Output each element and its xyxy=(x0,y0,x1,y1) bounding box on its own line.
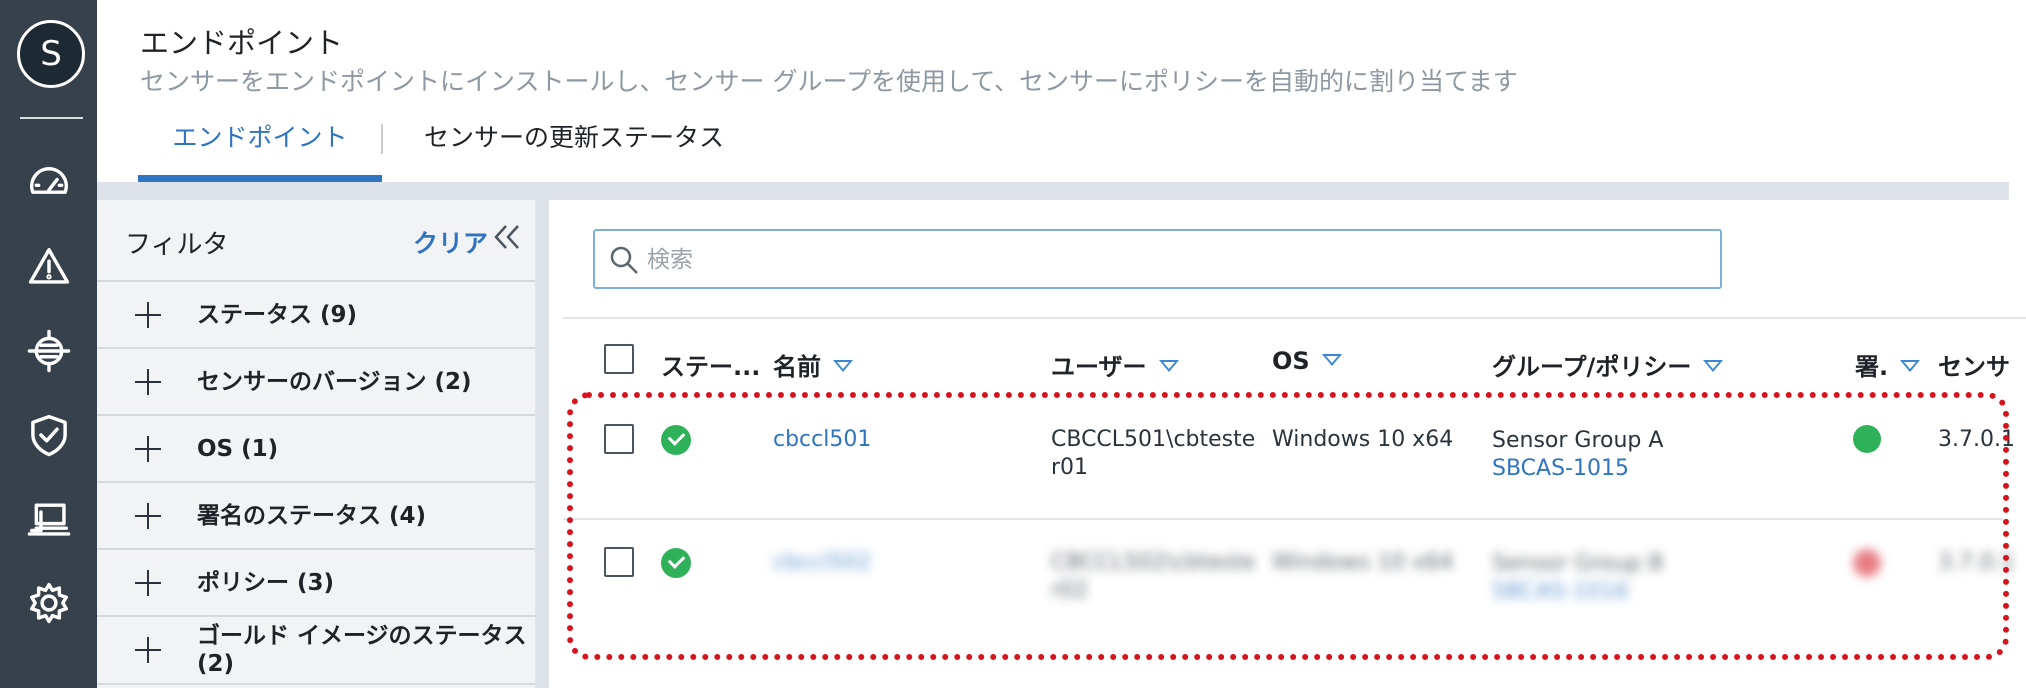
row-checkbox[interactable] xyxy=(604,547,634,577)
user-avatar[interactable]: S xyxy=(17,20,85,88)
filter-facet-policy[interactable]: ポリシー (3) xyxy=(97,550,535,617)
os-cell: Windows 10 x64 xyxy=(1272,427,1454,452)
clear-filters-button[interactable]: クリア xyxy=(413,224,488,260)
column-header-label: 名前 xyxy=(773,353,821,381)
endpoints-icon[interactable] xyxy=(24,494,74,544)
expand-plus-icon xyxy=(133,501,163,531)
user-cell-line2: r01 xyxy=(1051,455,1089,480)
page-title: エンドポイント xyxy=(140,26,344,60)
column-header-user[interactable]: ユーザー xyxy=(1051,347,1179,382)
filter-facet-signature-status[interactable]: 署名のステータス (4) xyxy=(97,483,535,550)
column-header-name[interactable]: 名前 xyxy=(773,347,853,382)
column-header-signature[interactable]: 署. xyxy=(1855,347,1921,382)
tab-endpoints[interactable]: エンドポイント xyxy=(138,112,382,182)
facet-label: ゴールド イメージのステータス (2) xyxy=(197,623,527,677)
signature-status-dot xyxy=(1853,425,1881,453)
user-cell-line1: CBCCL502\cbteste xyxy=(1051,550,1256,575)
sort-desc-icon xyxy=(1900,360,1921,372)
search-divider xyxy=(563,317,2026,319)
sort-desc-icon xyxy=(1158,360,1179,372)
nav-divider xyxy=(20,117,83,119)
tab-separator xyxy=(381,124,383,154)
alerts-icon[interactable] xyxy=(24,242,74,292)
filter-title: フィルタ xyxy=(125,230,229,260)
dashboard-icon[interactable] xyxy=(24,158,74,208)
column-header-sensor[interactable]: センサ xyxy=(1938,347,2010,382)
filter-header: フィルタ クリア xyxy=(97,200,535,282)
sort-desc-icon xyxy=(1703,360,1724,372)
filter-facet-status[interactable]: ステータス (9) xyxy=(97,282,535,349)
status-ok-icon xyxy=(661,548,691,578)
sensor-version-cell: 3.7.0.1 xyxy=(1938,427,2015,452)
column-header-status[interactable]: ステー... xyxy=(661,347,760,382)
policy-link[interactable]: SBCAS-1016 xyxy=(1492,578,1629,606)
expand-plus-icon xyxy=(133,568,163,598)
column-header-label: グループ/ポリシー xyxy=(1492,353,1692,381)
page-subtitle: センサーをエンドポイントにインストールし、センサー グループを使用して、センサー… xyxy=(140,67,1518,96)
sort-desc-icon xyxy=(1321,354,1342,366)
facet-label: 署名のステータス (4) xyxy=(197,502,427,529)
column-header-label: ユーザー xyxy=(1051,353,1147,381)
facet-label: OS (1) xyxy=(197,435,279,462)
row-divider xyxy=(563,518,2003,520)
os-cell: Windows 10 x64 xyxy=(1272,550,1454,575)
group-cell: Sensor Group A xyxy=(1492,428,1664,453)
group-cell: Sensor Group B xyxy=(1492,551,1664,576)
header-divider-strip xyxy=(97,182,2009,200)
facet-label: ポリシー (3) xyxy=(197,569,335,596)
settings-icon[interactable] xyxy=(24,578,74,628)
endpoints-page: S エンドポイント センサーをエンドポイントにインストールし、センサー グループ… xyxy=(0,0,2026,688)
endpoint-name-link[interactable]: cbccl501 xyxy=(773,426,871,454)
search-icon xyxy=(610,246,638,274)
user-cell-line2: r02 xyxy=(1051,578,1089,603)
user-cell-line1: CBCCL501\cbteste xyxy=(1051,427,1256,452)
endpoint-name-link[interactable]: cbccl502 xyxy=(773,549,871,577)
investigate-icon[interactable] xyxy=(24,326,74,376)
expand-plus-icon xyxy=(133,434,163,464)
enforce-icon[interactable] xyxy=(24,410,74,460)
status-ok-icon xyxy=(661,425,691,455)
column-header-os[interactable]: OS xyxy=(1272,347,1342,375)
filter-panel: フィルタ クリア ステータス (9) センサーのバージョン (2) OS (1)… xyxy=(97,200,549,688)
nav-rail: S xyxy=(0,0,97,688)
filter-facet-os[interactable]: OS (1) xyxy=(97,416,535,483)
search-box xyxy=(593,229,1722,289)
facet-label: センサーのバージョン (2) xyxy=(197,368,472,395)
row-checkbox[interactable] xyxy=(604,424,634,454)
column-header-label: OS xyxy=(1272,347,1310,375)
tab-sensor-update-status[interactable]: センサーの更新ステータス xyxy=(424,112,724,182)
policy-link[interactable]: SBCAS-1015 xyxy=(1492,455,1629,483)
filter-facet-golden-image-status[interactable]: ゴールド イメージのステータス (2) xyxy=(97,617,535,685)
collapse-panel-icon[interactable] xyxy=(492,220,522,254)
select-all-checkbox[interactable] xyxy=(604,344,634,374)
expand-plus-icon xyxy=(133,635,163,665)
facet-label: ステータス (9) xyxy=(197,301,358,328)
sensor-version-cell: 3.7.0.1 xyxy=(1938,550,2015,575)
filter-facet-sensor-version[interactable]: センサーのバージョン (2) xyxy=(97,349,535,416)
search-input[interactable] xyxy=(647,241,1707,279)
expand-plus-icon xyxy=(133,300,163,330)
sort-desc-icon xyxy=(833,360,853,372)
expand-plus-icon xyxy=(133,367,163,397)
column-header-label: 署. xyxy=(1855,353,1889,381)
signature-status-dot xyxy=(1853,549,1881,577)
column-header-group-policy[interactable]: グループ/ポリシー xyxy=(1492,347,1724,382)
